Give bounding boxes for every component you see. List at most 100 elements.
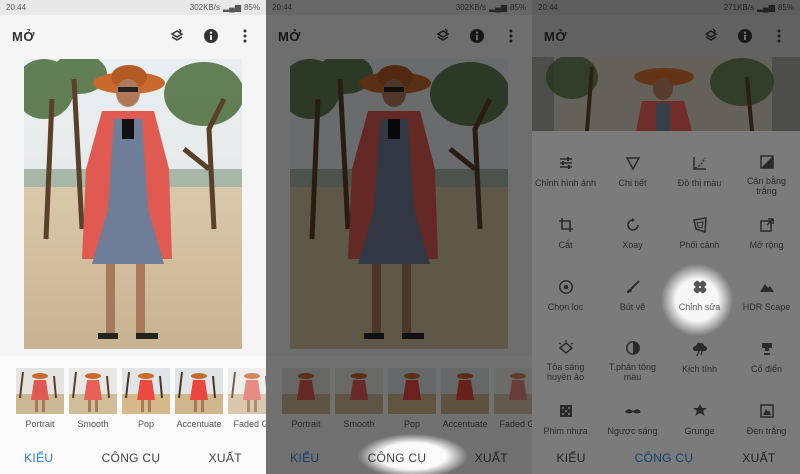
battery-level: 85% <box>777 3 794 12</box>
info-icon[interactable] <box>202 27 220 45</box>
tool-perspective[interactable]: Phối cảnh <box>666 202 733 258</box>
tool-vintage[interactable]: Cổ điển <box>733 326 800 382</box>
retrolux-icon <box>624 402 642 420</box>
status-bar: 20:44 271KB/s ▂▄▆ 85% <box>532 0 800 15</box>
open-button[interactable]: MỞ <box>544 29 567 44</box>
tool-hdr-scape[interactable]: HDR Scape <box>733 264 800 320</box>
tool-drama[interactable]: Kịch tính <box>666 326 733 382</box>
more-menu-icon[interactable] <box>236 27 254 45</box>
filter-thumbnail <box>441 368 489 414</box>
status-bar: 20:44 302KB/s ▂▄▆ 85% <box>0 0 266 15</box>
tool-label: Kịch tính <box>681 364 718 374</box>
white-balance-icon <box>758 154 776 170</box>
perspective-icon <box>691 216 709 234</box>
rotate-icon <box>624 216 642 234</box>
info-icon[interactable] <box>468 27 486 45</box>
network-speed: 302KB/s <box>455 3 486 12</box>
undo-stack-icon[interactable] <box>434 27 452 45</box>
hdr-icon <box>758 278 776 296</box>
tool-grunge[interactable]: Grunge <box>666 388 733 444</box>
drama-icon <box>691 340 709 358</box>
tool-glamour-glow[interactable]: Tỏa sáng huyền ảo <box>532 326 599 382</box>
tool-healing[interactable]: Chỉnh sửa <box>666 264 733 320</box>
filter-thumbnail <box>494 368 532 414</box>
filter-smooth[interactable]: Smooth <box>335 368 383 430</box>
tool-crop[interactable]: Cắt <box>532 202 599 258</box>
tool-label: T.phản tông màu <box>608 362 657 382</box>
expand-icon <box>758 216 776 234</box>
tool-label: Xoay <box>622 240 643 250</box>
open-button[interactable]: MỞ <box>278 29 301 44</box>
tab-export[interactable]: XUẤT <box>209 451 242 465</box>
tool-tune-image[interactable]: Chỉnh hình ảnh <box>532 140 599 196</box>
tool-black-white[interactable]: Đen trắng <box>733 388 800 444</box>
healing-icon <box>691 278 709 296</box>
signal-icon: ▂▄▆ <box>757 3 775 12</box>
filter-smooth[interactable]: Smooth <box>69 368 117 430</box>
filter-thumbnail <box>175 368 223 414</box>
filters-strip: Portrait Smooth Pop Accentuate Faded Gl <box>0 368 266 430</box>
screen-looks-tools-highlight: 20:44 302KB/s ▂▄▆ 85% MỞ Portrait Smooth… <box>266 0 532 474</box>
tab-tools[interactable]: CÔNG CỤ <box>102 451 161 465</box>
filter-label: Pop <box>403 419 420 429</box>
filter-faded-glow[interactable]: Faded Gl <box>494 368 532 430</box>
tab-looks[interactable]: KIỂU <box>24 451 53 465</box>
tool-label: Phối cảnh <box>679 240 720 250</box>
grainy-film-icon <box>557 402 575 420</box>
tool-label: Cân bằng trắng <box>746 176 787 196</box>
filters-strip: Portrait Smooth Pop Accentuate Faded Gl <box>266 368 532 430</box>
filter-portrait[interactable]: Portrait <box>16 368 64 430</box>
filter-portrait[interactable]: Portrait <box>282 368 330 430</box>
tool-details[interactable]: Chi tiết <box>599 140 666 196</box>
tab-export[interactable]: XUẤT <box>742 451 775 465</box>
tool-tonal-contrast[interactable]: T.phản tông màu <box>599 326 666 382</box>
tool-brush[interactable]: Bút vẽ <box>599 264 666 320</box>
tool-white-balance[interactable]: Cân bằng trắng <box>733 140 800 196</box>
tool-retrolux[interactable]: Ngược sáng <box>599 388 666 444</box>
filter-thumbnail <box>228 368 266 414</box>
tab-looks[interactable]: KIỂU <box>556 451 585 465</box>
open-button[interactable]: MỞ <box>12 29 35 44</box>
glamour-glow-icon <box>557 340 575 356</box>
network-speed: 302KB/s <box>189 3 220 12</box>
black-white-icon <box>758 402 776 420</box>
details-icon <box>624 154 642 172</box>
crop-icon <box>557 216 575 234</box>
photo-preview[interactable] <box>290 59 508 349</box>
battery-level: 85% <box>509 3 526 12</box>
brush-icon <box>624 278 642 296</box>
battery-level: 85% <box>243 3 260 12</box>
more-menu-icon[interactable] <box>502 27 520 45</box>
filter-label: Pop <box>137 419 154 429</box>
tab-looks[interactable]: KIỂU <box>290 451 319 465</box>
filter-faded-glow[interactable]: Faded Gl <box>228 368 266 430</box>
tool-label: Chi tiết <box>618 178 647 188</box>
bottom-nav: KIỂU CÔNG CỤ XUẤT <box>0 442 266 474</box>
undo-stack-icon[interactable] <box>702 27 720 45</box>
tab-export[interactable]: XUẤT <box>475 451 508 465</box>
tonal-contrast-icon <box>624 340 642 356</box>
tool-grainy-film[interactable]: Phim nhựa <box>532 388 599 444</box>
filter-pop[interactable]: Pop <box>122 368 170 430</box>
tool-selective[interactable]: Chọn lọc <box>532 264 599 320</box>
info-icon[interactable] <box>736 27 754 45</box>
filter-thumbnail <box>122 368 170 414</box>
undo-stack-icon[interactable] <box>168 27 186 45</box>
filter-accentuate[interactable]: Accentuate <box>175 368 223 430</box>
photo-preview[interactable] <box>24 59 242 349</box>
tool-rotate[interactable]: Xoay <box>599 202 666 258</box>
curves-icon <box>691 154 709 172</box>
filter-label: Accentuate <box>442 419 488 429</box>
more-menu-icon[interactable] <box>770 27 788 45</box>
filter-pop[interactable]: Pop <box>388 368 436 430</box>
tab-tools[interactable]: CÔNG CỤ <box>368 451 427 465</box>
filter-thumbnail <box>69 368 117 414</box>
tool-label: Đồ thị màu <box>677 178 722 188</box>
tool-expand[interactable]: Mở rộng <box>733 202 800 258</box>
top-bar: MỞ <box>0 15 266 57</box>
filter-accentuate[interactable]: Accentuate <box>441 368 489 430</box>
tool-curves[interactable]: Đồ thị màu <box>666 140 733 196</box>
tab-tools[interactable]: CÔNG CỤ <box>635 451 694 465</box>
signal-icon: ▂▄▆ <box>489 3 507 12</box>
tool-label: Đen trắng <box>746 426 787 436</box>
